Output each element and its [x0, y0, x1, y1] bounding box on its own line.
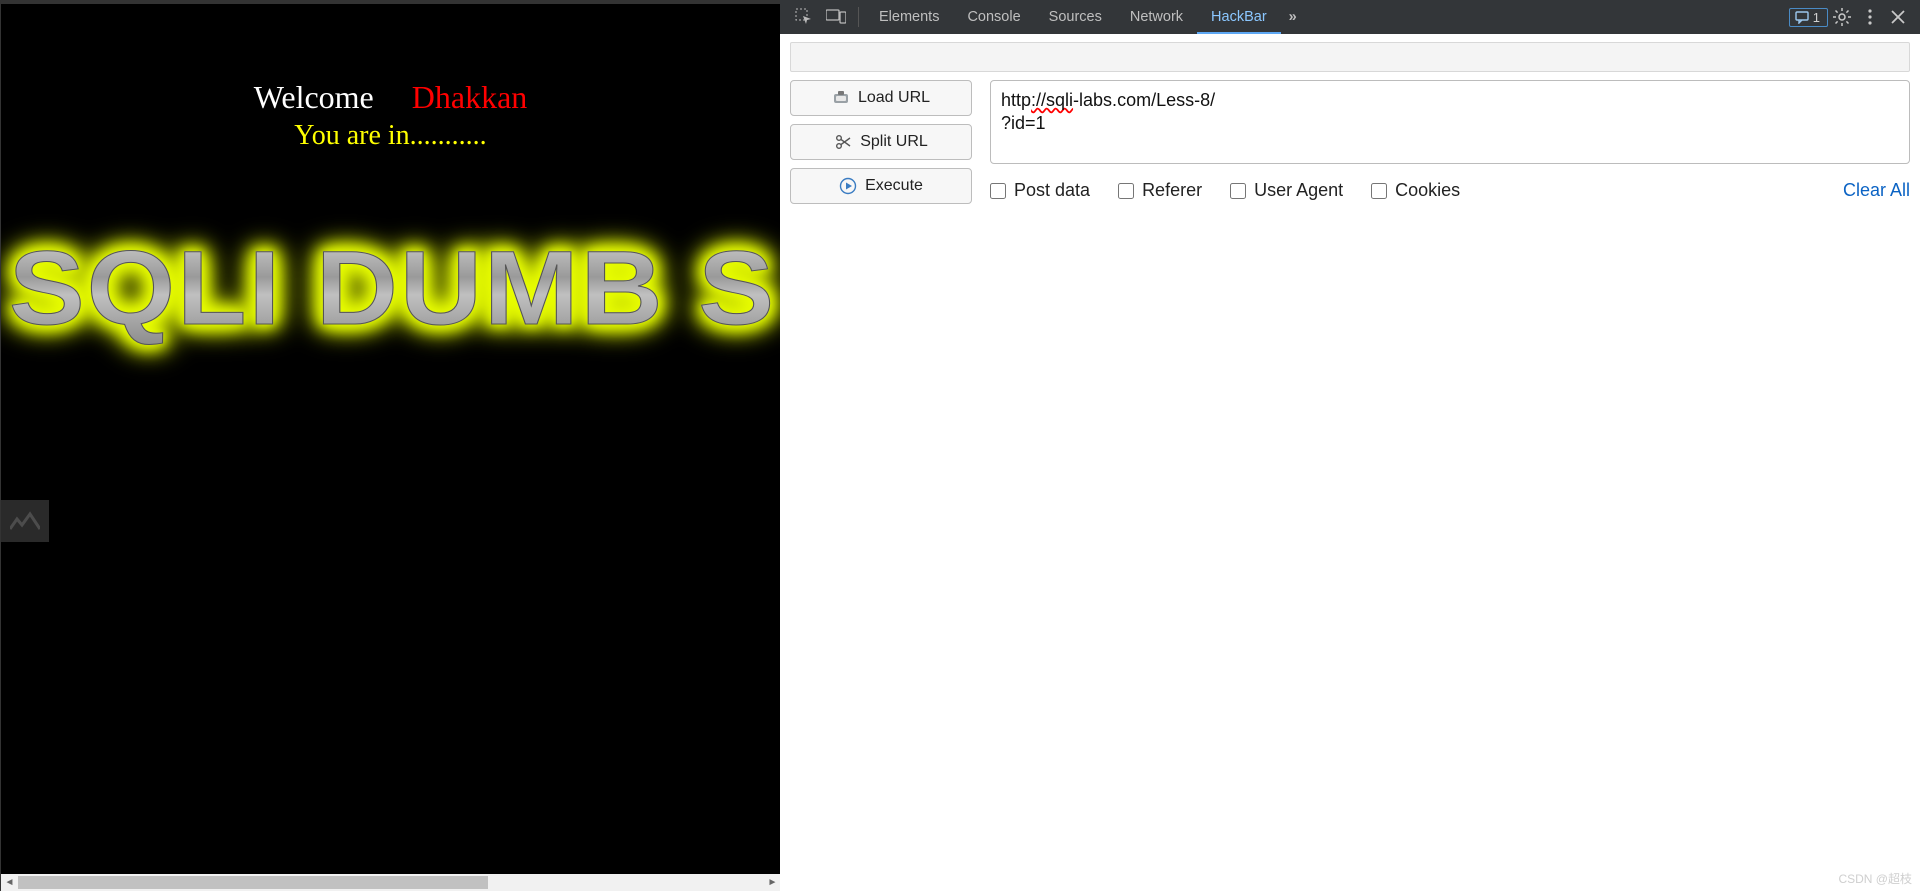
- referer-label: Referer: [1142, 180, 1202, 201]
- referer-input[interactable]: [1118, 183, 1134, 199]
- hackbar-right: http://sqli-labs.com/Less-8/ ?id=1 Post …: [990, 80, 1910, 204]
- welcome-text: Welcome: [254, 79, 374, 115]
- split-url-button[interactable]: Split URL: [790, 124, 972, 160]
- clear-all-link[interactable]: Clear All: [1843, 180, 1910, 201]
- messages-count: 1: [1813, 10, 1820, 25]
- execute-button[interactable]: Execute: [790, 168, 972, 204]
- post-data-checkbox[interactable]: Post data: [990, 180, 1090, 201]
- url-input[interactable]: http://sqli-labs.com/Less-8/ ?id=1: [990, 80, 1910, 164]
- user-agent-checkbox[interactable]: User Agent: [1230, 180, 1343, 201]
- url-line-2: ?id=1: [1001, 112, 1899, 135]
- banner-text: SQLI DUMB S: [9, 229, 776, 349]
- play-icon: [839, 177, 857, 195]
- status-line: You are in...........: [1, 120, 780, 152]
- cookies-checkbox[interactable]: Cookies: [1371, 180, 1460, 201]
- tabs-overflow-icon[interactable]: »: [1281, 0, 1305, 34]
- cookies-label: Cookies: [1395, 180, 1460, 201]
- load-url-button[interactable]: Load URL: [790, 80, 972, 116]
- page-viewport: Welcome Dhakkan You are in........... SQ…: [0, 0, 780, 891]
- post-data-label: Post data: [1014, 180, 1090, 201]
- scroll-left-icon[interactable]: ◄: [1, 874, 18, 891]
- tab-hackbar[interactable]: HackBar: [1197, 0, 1281, 34]
- cookies-input[interactable]: [1371, 183, 1387, 199]
- execute-label: Execute: [865, 177, 923, 195]
- page-content: Welcome Dhakkan You are in...........: [1, 4, 780, 152]
- hackbar-body: Load URL Split URL Execute http://sqli-l…: [780, 34, 1920, 891]
- welcome-line: Welcome Dhakkan: [1, 79, 780, 116]
- load-url-icon: [832, 89, 850, 107]
- inspect-icon[interactable]: [788, 0, 820, 34]
- separator: [858, 7, 859, 27]
- tab-console[interactable]: Console: [953, 0, 1034, 34]
- post-data-input[interactable]: [990, 183, 1006, 199]
- tab-elements[interactable]: Elements: [865, 0, 953, 34]
- message-icon: [1795, 10, 1809, 24]
- gear-icon[interactable]: [1828, 0, 1856, 34]
- tab-sources[interactable]: Sources: [1035, 0, 1116, 34]
- scissors-icon: [834, 133, 852, 151]
- user-agent-label: User Agent: [1254, 180, 1343, 201]
- scroll-track[interactable]: [18, 874, 764, 891]
- kebab-icon[interactable]: [1856, 0, 1884, 34]
- mountain-icon: [10, 511, 40, 531]
- dhakkan-text: Dhakkan: [412, 79, 528, 115]
- close-icon[interactable]: [1884, 0, 1912, 34]
- scroll-thumb[interactable]: [18, 876, 488, 889]
- messages-badge[interactable]: 1: [1789, 8, 1828, 27]
- horizontal-scrollbar[interactable]: ◄ ►: [1, 874, 780, 891]
- user-agent-input[interactable]: [1230, 183, 1246, 199]
- hackbar-main: Load URL Split URL Execute http://sqli-l…: [780, 80, 1920, 204]
- device-toggle-icon[interactable]: [820, 0, 852, 34]
- tab-network[interactable]: Network: [1116, 0, 1197, 34]
- scroll-right-icon[interactable]: ►: [764, 874, 780, 891]
- hackbar-options: Post data Referer User Agent Cookies C: [990, 180, 1910, 201]
- watermark: CSDN @超枝: [1838, 870, 1912, 887]
- load-url-label: Load URL: [858, 89, 930, 107]
- devtools-panel: Elements Console Sources Network HackBar…: [780, 0, 1920, 891]
- split-url-label: Split URL: [860, 133, 928, 151]
- devtools-tabbar: Elements Console Sources Network HackBar…: [780, 0, 1920, 34]
- referer-checkbox[interactable]: Referer: [1118, 180, 1202, 201]
- hackbar-toolbar[interactable]: [790, 42, 1910, 72]
- hackbar-buttons: Load URL Split URL Execute: [790, 80, 972, 204]
- url-line-1: http://sqli-labs.com/Less-8/: [1001, 89, 1899, 112]
- corner-widget[interactable]: [1, 500, 49, 542]
